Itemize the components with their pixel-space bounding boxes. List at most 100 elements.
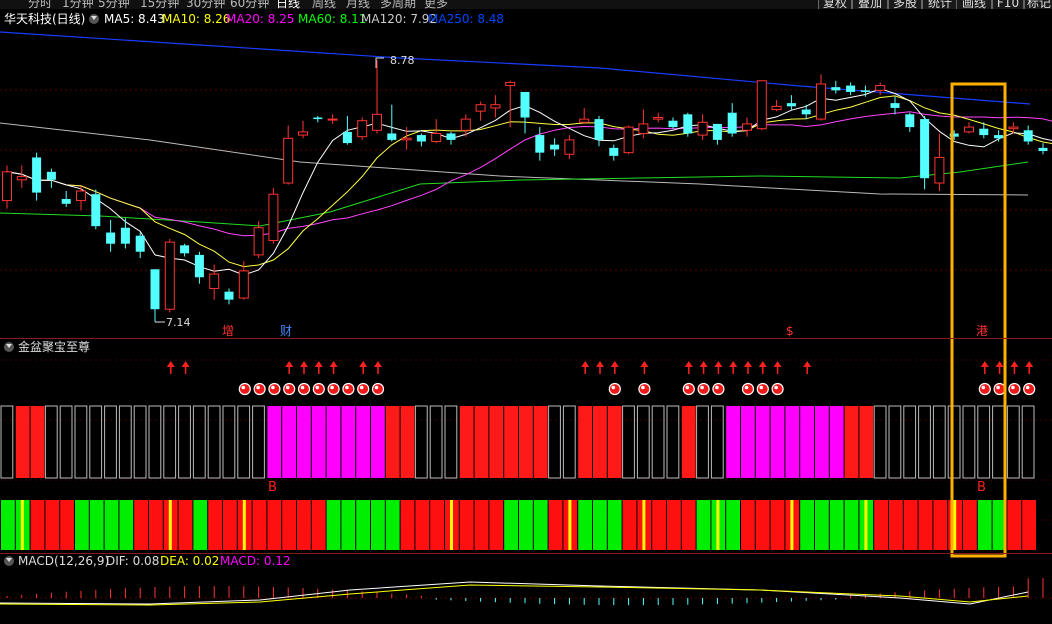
signal-bar-empty (104, 405, 117, 479)
candle-down (446, 133, 456, 140)
candle-down (609, 147, 619, 156)
ribbon-marker (450, 500, 453, 550)
signal-ball-icon (978, 382, 991, 396)
signal-bar-magenta (755, 406, 770, 478)
up-arrow-icon (980, 361, 989, 367)
ribbon-marker (864, 500, 868, 550)
signal-ball-highlight (241, 385, 246, 390)
signal-ball-icon (268, 382, 281, 396)
signal-ball-highlight (700, 385, 704, 390)
ribbon-bar (652, 500, 666, 550)
ma120-line (0, 122, 1029, 196)
indicator-name: 金盆聚宝至尊 (18, 340, 91, 354)
ribbon-bar (963, 500, 977, 550)
signal-bar-magenta (770, 406, 785, 478)
ribbon-bar (903, 500, 918, 550)
event-marker-2: $ (786, 324, 794, 338)
candle-down (224, 291, 234, 300)
macd-dif: DIF: 0.08 (106, 554, 160, 568)
signal-bar-magenta (800, 406, 814, 478)
candle-down (890, 103, 900, 108)
ribbon-bar (326, 500, 341, 550)
up-arrow-icon (758, 361, 767, 367)
candle-down (61, 198, 71, 204)
signal-bar-empty (74, 405, 88, 479)
signal-ball-icon (327, 382, 340, 396)
ribbon-bar (533, 500, 548, 550)
candle-down (550, 144, 560, 150)
ribbon-marker (953, 500, 957, 550)
signal-bar-empty (947, 405, 961, 479)
ribbon-marker (642, 500, 646, 550)
signal-bar-red (533, 406, 548, 478)
up-arrow-icon (374, 361, 382, 367)
macd-name: MACD(12,26,9) (18, 554, 110, 568)
up-arrow-icon (359, 361, 368, 367)
candle-up (357, 120, 368, 138)
signal-bar-magenta (267, 406, 282, 478)
signal-ball-icon (297, 382, 311, 396)
candle-down (416, 135, 426, 142)
candle-up (934, 156, 945, 184)
ribbon-bar (741, 500, 755, 550)
signal-ball-highlight (359, 385, 364, 390)
up-arrow-icon (329, 361, 338, 367)
candle-up (638, 123, 649, 134)
signal-ball-highlight (271, 385, 275, 390)
signal-bar-empty (133, 405, 147, 479)
signal-bar-empty (873, 405, 887, 479)
up-arrow-icon (610, 361, 619, 367)
macd-dea-line (0, 584, 1029, 606)
ribbon-marker (242, 500, 246, 550)
signal-ball-icon (312, 382, 325, 396)
signal-bar-empty (444, 405, 458, 479)
ribbon-marker (168, 500, 172, 550)
signal-ball-icon (682, 382, 695, 396)
chevron-down-icon[interactable] (4, 556, 14, 566)
candle-up (253, 227, 264, 256)
up-arrow-icon (285, 361, 294, 367)
ribbon-bar (134, 500, 148, 550)
candle-up (653, 117, 664, 120)
ribbon-bar (889, 500, 903, 550)
candle-down (594, 119, 604, 140)
up-arrow-icon (729, 361, 738, 367)
signal-bar-empty (178, 405, 191, 479)
candle-down (313, 117, 323, 120)
ribbon-bar (356, 500, 370, 550)
signal-bar-magenta (297, 406, 311, 478)
signal-bar-empty (237, 405, 251, 479)
signal-ball-highlight (685, 385, 690, 390)
signal-bar-red (459, 406, 474, 478)
candle-up (431, 132, 442, 142)
signal-bar-empty (918, 405, 931, 479)
candlestick-chart[interactable]: 8.78 7.14 增 财 $ 港 B B (0, 0, 1052, 624)
chevron-down-icon[interactable] (4, 342, 14, 352)
ribbon-bar (267, 500, 282, 550)
candle-up (1008, 126, 1019, 130)
event-marker-0: 增 (222, 324, 234, 338)
ribbon-bar (578, 500, 592, 550)
ribbon-bar (60, 500, 74, 550)
candle-up (298, 131, 308, 136)
signal-ball-icon (608, 382, 621, 396)
signal-bar-empty (992, 405, 1005, 479)
ribbon-bar (548, 500, 563, 550)
signal-bar-magenta (371, 406, 385, 478)
ribbon-bar (474, 500, 489, 550)
ribbon-bar (829, 500, 844, 550)
candle-down (120, 227, 130, 244)
candle-down (1023, 130, 1033, 142)
up-arrow-icon (181, 361, 190, 367)
up-arrow-icon (300, 361, 308, 367)
candle-up (623, 126, 634, 154)
ribbon-bar (178, 500, 193, 550)
signal-ball-highlight (996, 385, 1000, 390)
candle-down (194, 254, 204, 278)
up-arrow-icon (995, 361, 1004, 367)
ribbon-bar (622, 500, 637, 550)
signal-bar-empty (252, 405, 265, 479)
macd-header: MACD(12,26,9) DIF: 0.08 DEA: 0.02 MACD: … (0, 553, 400, 569)
low-label: 7.14 (166, 316, 191, 329)
signal-ball-icon (1008, 382, 1021, 396)
